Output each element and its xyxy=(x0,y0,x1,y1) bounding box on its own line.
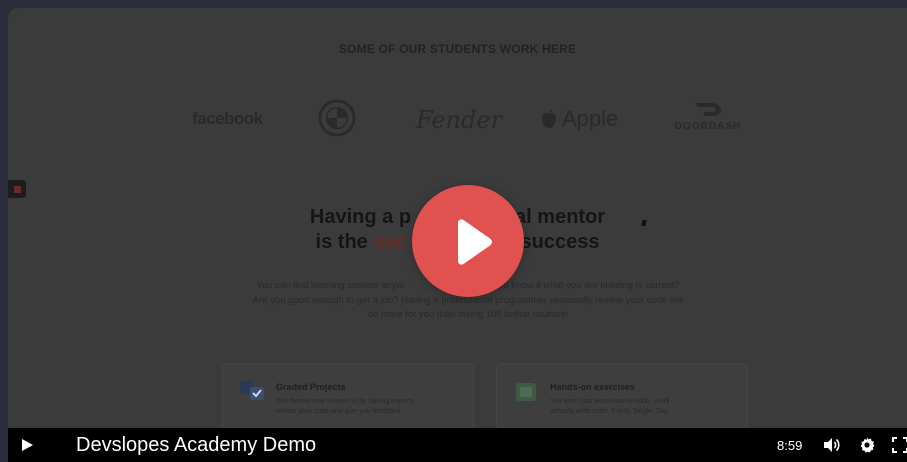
fullscreen-icon[interactable] xyxy=(892,437,907,453)
apple-logo-text: Apple xyxy=(562,106,619,131)
video-player[interactable]: SOME OF OUR STUDENTS WORK HERE facebook … xyxy=(8,8,907,462)
mentor-title-accent: sec xyxy=(373,231,407,253)
side-marker[interactable] xyxy=(8,180,26,198)
video-title: Devslopes Academy Demo xyxy=(76,434,317,456)
apple-logo: Apple xyxy=(540,106,618,132)
doordash-logo: DOORDASH xyxy=(668,100,748,132)
big-play-button[interactable] xyxy=(412,185,524,297)
doordash-logo-text: DOORDASH xyxy=(674,121,742,132)
control-bar: Devslopes Academy Demo 8:59 xyxy=(8,428,907,462)
play-icon[interactable] xyxy=(20,438,34,452)
mentor-title-line1-b: al mentor xyxy=(515,206,606,228)
card-title: Graded Projects xyxy=(276,382,346,392)
play-icon xyxy=(458,219,492,265)
video-frame[interactable]: SOME OF OUR STUDENTS WORK HERE facebook … xyxy=(8,8,907,445)
settings-icon[interactable] xyxy=(859,437,875,453)
students-heading: SOME OF OUR STUDENTS WORK HERE xyxy=(338,42,577,56)
apple-icon xyxy=(542,109,556,128)
card-text: You won't just learn how to code, you'll… xyxy=(550,398,670,415)
graded-projects-icon xyxy=(240,381,264,400)
doordash-icon xyxy=(695,103,721,116)
mentor-title-line1-a: Having a p xyxy=(309,206,412,228)
mentor-title-line2-a: is the xyxy=(315,231,374,253)
card-text: The fastest way to learn is by having ex… xyxy=(276,398,415,415)
fender-logo: Fender xyxy=(416,106,503,134)
facebook-logo: facebook xyxy=(192,109,263,128)
volume-icon[interactable] xyxy=(823,437,841,453)
time-display: 8:59 xyxy=(777,438,803,453)
card-title: Hands-on exercises xyxy=(550,382,636,392)
bmw-logo xyxy=(318,99,356,137)
hands-on-icon xyxy=(516,383,536,401)
